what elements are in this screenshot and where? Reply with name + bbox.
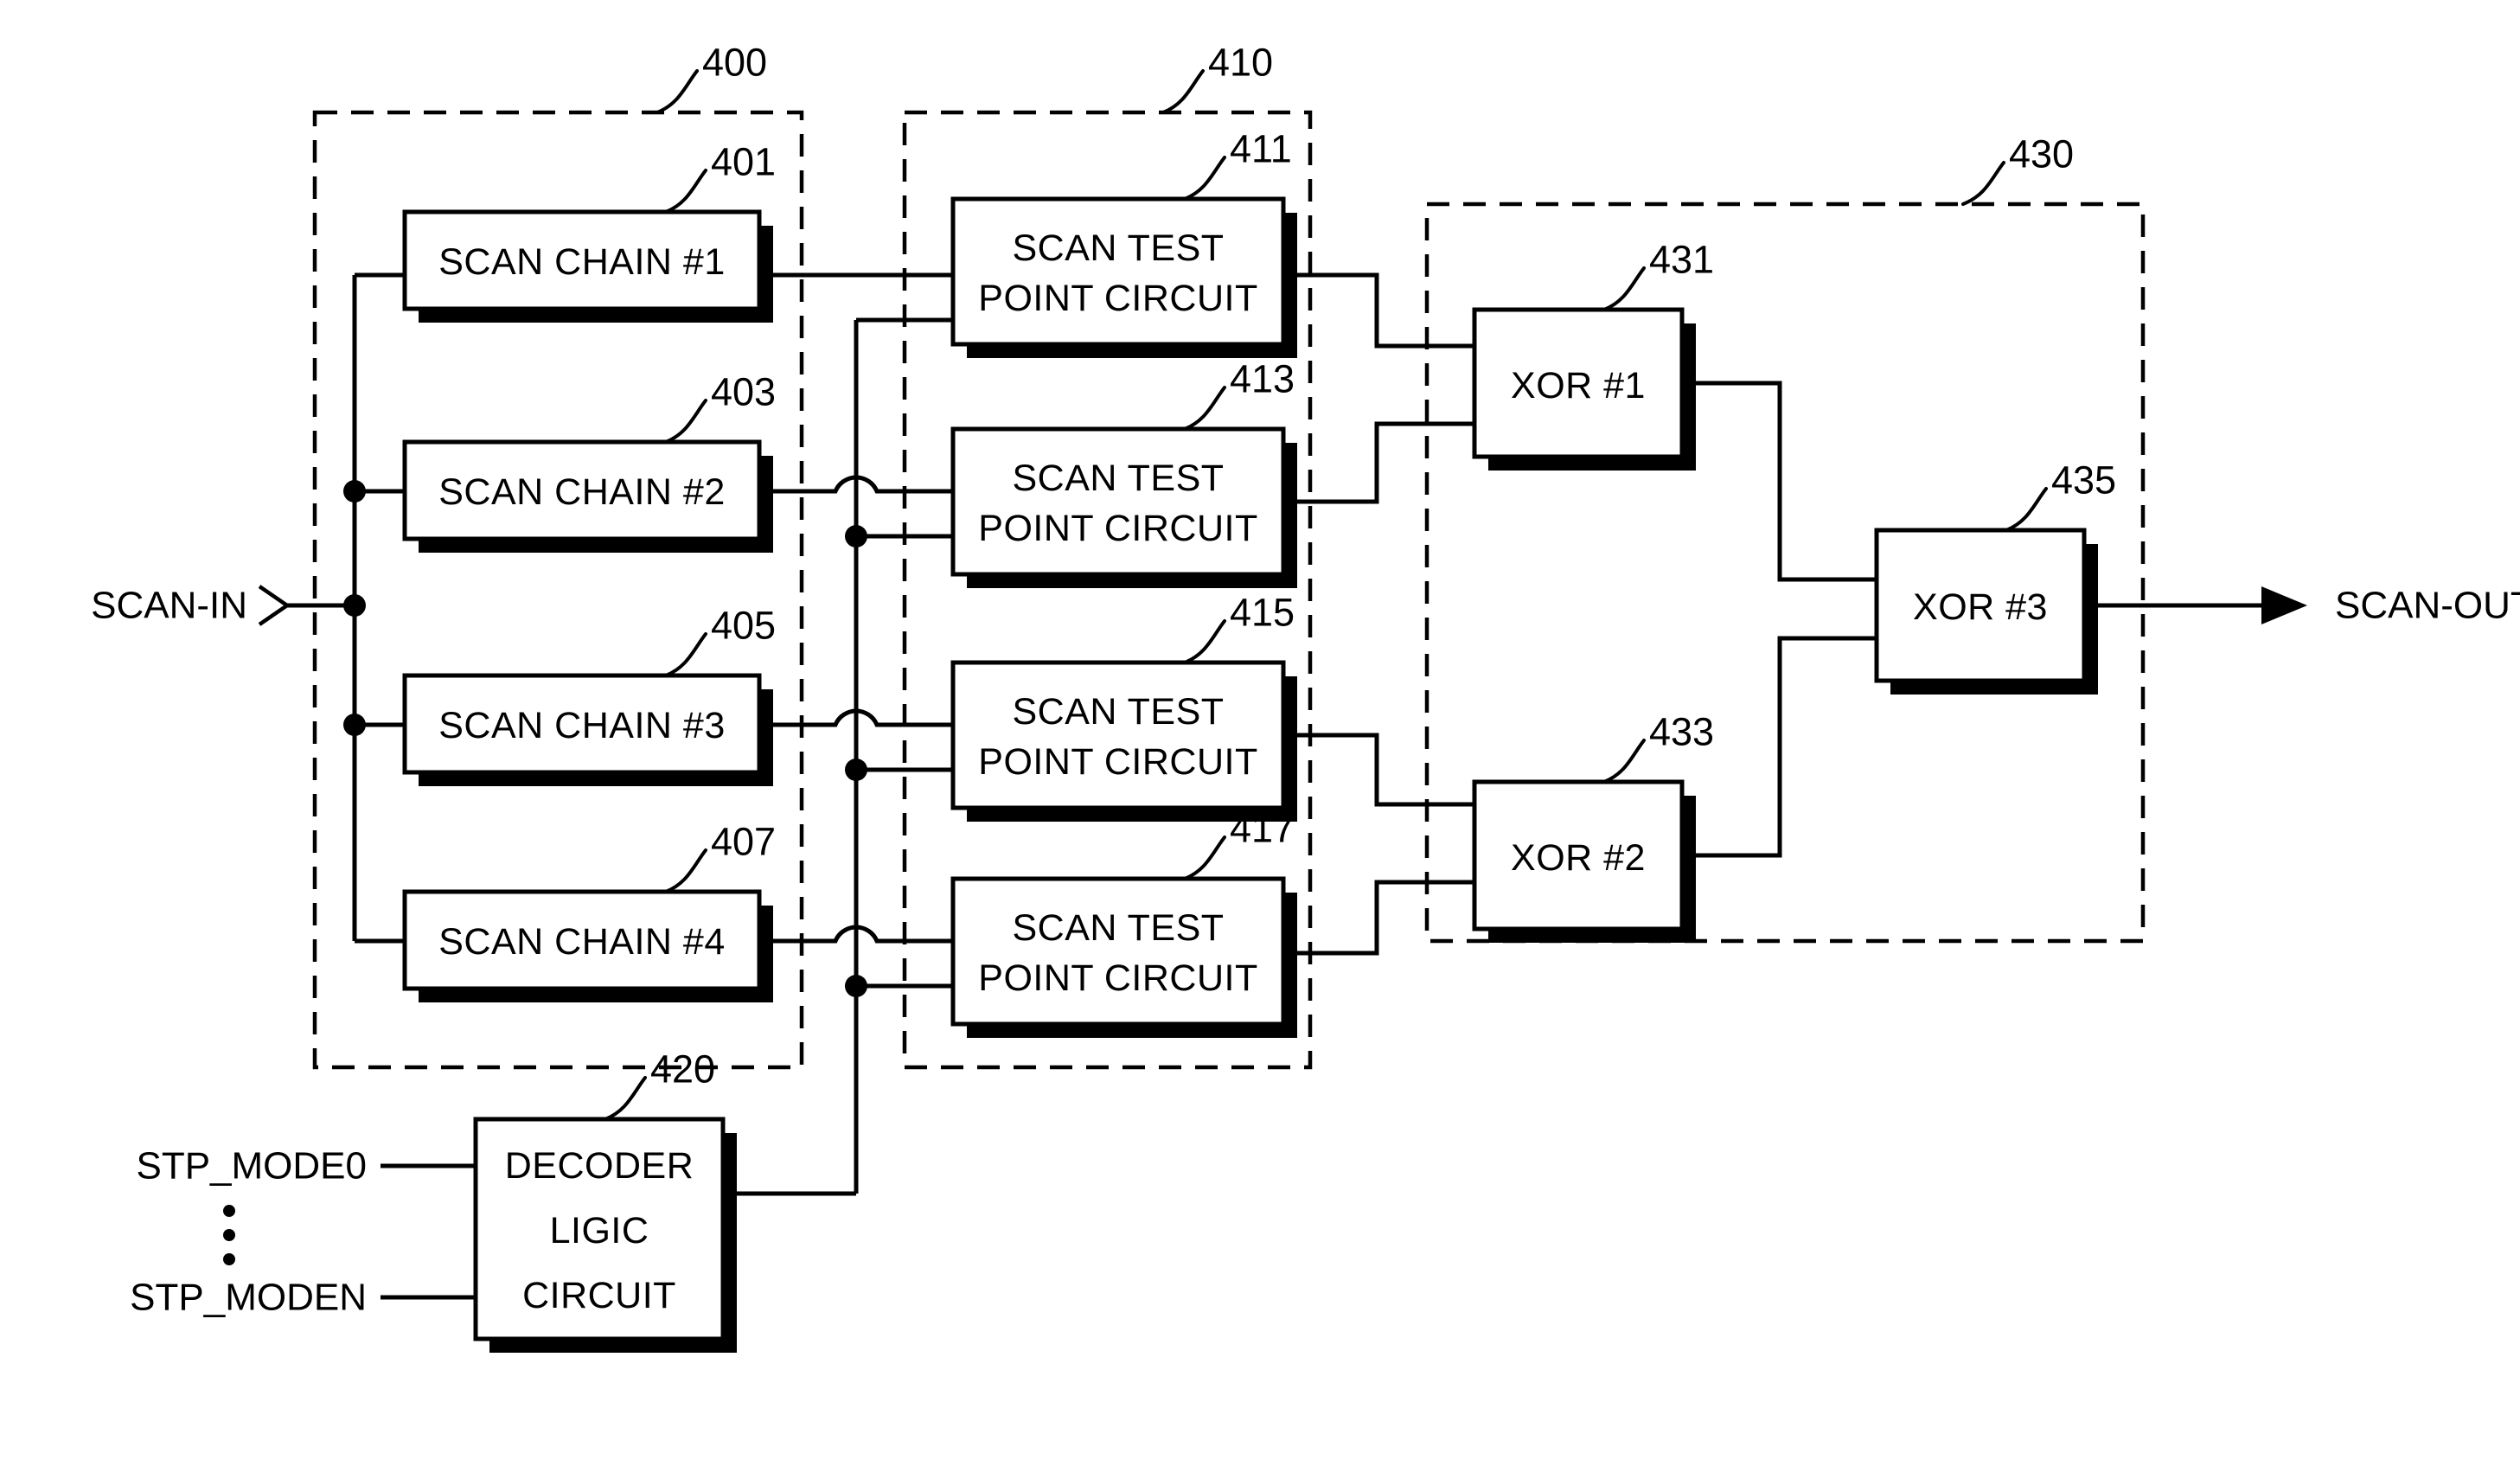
decoder-line2: LIGIC bbox=[550, 1210, 649, 1252]
junction-dot bbox=[845, 525, 867, 547]
test-point-415-line1: SCAN TEST bbox=[1012, 691, 1224, 733]
leader-403 bbox=[664, 399, 707, 444]
leader-431 bbox=[1602, 266, 1646, 311]
ref-label-417: 417 bbox=[1230, 807, 1295, 851]
ref-label-431: 431 bbox=[1649, 238, 1714, 282]
ref-label-407: 407 bbox=[711, 820, 776, 864]
test-point-413-line2: POINT CIRCUIT bbox=[978, 508, 1257, 549]
leader-400 bbox=[656, 69, 699, 114]
patent-figure: 400 410 430 401 SCAN CHAIN #1 403 SCAN C… bbox=[0, 0, 2520, 1466]
leader-430 bbox=[1961, 161, 2005, 206]
scan-out-label: SCAN-OUT bbox=[2335, 585, 2520, 627]
test-point-411-line1: SCAN TEST bbox=[1012, 227, 1224, 269]
junction-dot bbox=[343, 480, 366, 503]
ref-label-420: 420 bbox=[650, 1047, 715, 1091]
test-point-417-box[interactable] bbox=[950, 876, 1286, 1027]
test-point-417-line2: POINT CIRCUIT bbox=[978, 957, 1257, 999]
leader-410 bbox=[1161, 69, 1205, 114]
ref-label-400: 400 bbox=[702, 41, 767, 85]
stp-moden-label: STP_MODEN bbox=[130, 1277, 367, 1319]
test-point-415-line2: POINT CIRCUIT bbox=[978, 741, 1257, 783]
wire-xor1-to-xor3 bbox=[1682, 381, 1877, 582]
xor-435-label: XOR #3 bbox=[1913, 586, 2048, 628]
junction-dot bbox=[845, 975, 867, 997]
schematic-canvas: 400 410 430 401 SCAN CHAIN #1 403 SCAN C… bbox=[91, 41, 2520, 1353]
scan-chain-401-label: SCAN CHAIN #1 bbox=[438, 241, 725, 283]
ref-label-413: 413 bbox=[1230, 357, 1295, 401]
leader-420 bbox=[604, 1076, 647, 1121]
decoder-line3: CIRCUIT bbox=[522, 1275, 676, 1316]
test-point-413-box[interactable] bbox=[950, 426, 1286, 577]
leader-411 bbox=[1183, 156, 1226, 201]
ref-label-405: 405 bbox=[711, 604, 776, 648]
test-point-413-line1: SCAN TEST bbox=[1012, 458, 1224, 499]
xor-431-label: XOR #1 bbox=[1511, 365, 1646, 407]
stp-mode0-label: STP_MODE0 bbox=[136, 1145, 367, 1188]
ref-label-433: 433 bbox=[1649, 710, 1714, 754]
test-point-411-line2: POINT CIRCUIT bbox=[978, 278, 1257, 319]
ref-label-415: 415 bbox=[1230, 591, 1295, 635]
leader-433 bbox=[1602, 739, 1646, 784]
leader-435 bbox=[2005, 487, 2048, 532]
scan-chain-407-label: SCAN CHAIN #4 bbox=[438, 921, 725, 963]
xor-433-label: XOR #2 bbox=[1511, 837, 1646, 879]
ref-label-410: 410 bbox=[1208, 41, 1273, 85]
leader-405 bbox=[664, 632, 707, 677]
leader-401 bbox=[664, 169, 707, 214]
scan-in-arrow-icon bbox=[258, 585, 291, 626]
junction-dot bbox=[343, 594, 366, 617]
leader-417 bbox=[1183, 835, 1226, 880]
junction-dot bbox=[845, 759, 867, 781]
leader-415 bbox=[1183, 619, 1226, 664]
test-point-415-box[interactable] bbox=[950, 660, 1286, 810]
leader-413 bbox=[1183, 386, 1226, 431]
junction-dot bbox=[343, 714, 366, 736]
scan-chain-403-label: SCAN CHAIN #2 bbox=[438, 471, 725, 513]
ref-label-401: 401 bbox=[711, 140, 776, 184]
ref-label-435: 435 bbox=[2051, 458, 2116, 503]
leader-407 bbox=[664, 848, 707, 893]
ref-label-411: 411 bbox=[1230, 127, 1292, 171]
decoder-line1: DECODER bbox=[505, 1145, 694, 1187]
scan-chain-405-label: SCAN CHAIN #3 bbox=[438, 705, 725, 746]
scan-out-arrow-icon bbox=[2261, 586, 2307, 624]
test-point-417-line1: SCAN TEST bbox=[1012, 907, 1224, 949]
ellipsis-dot bbox=[223, 1205, 235, 1217]
test-point-411-box[interactable] bbox=[950, 196, 1286, 347]
ref-label-403: 403 bbox=[711, 370, 776, 414]
scan-in-label: SCAN-IN bbox=[91, 585, 247, 627]
ref-label-430: 430 bbox=[2009, 132, 2074, 176]
ellipsis-dot bbox=[223, 1253, 235, 1265]
ellipsis-dot bbox=[223, 1229, 235, 1241]
